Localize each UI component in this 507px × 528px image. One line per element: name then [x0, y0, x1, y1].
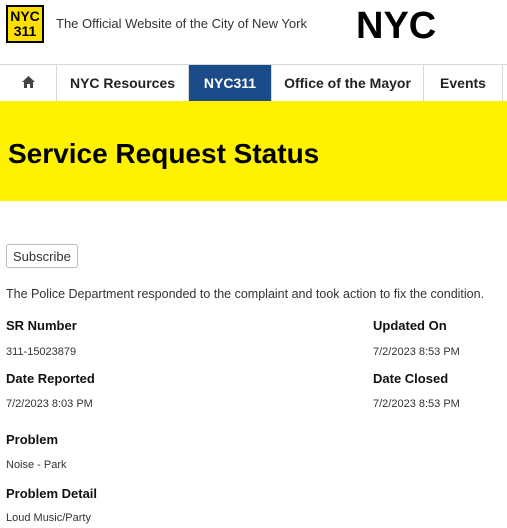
site-tagline: The Official Website of the City of New … — [56, 16, 307, 31]
problem-detail-label: Problem Detail — [6, 486, 98, 501]
logo-line-2: 311 — [13, 23, 37, 39]
nyc-brand-logo-text: NYC — [356, 8, 436, 42]
date-reported-value: 7/2/2023 8:03 PM — [6, 398, 93, 410]
status-message: The Police Department responded to the c… — [6, 287, 485, 301]
nav-nyc311[interactable]: NYC311 — [189, 65, 272, 101]
page-banner: Service Request Status — [0, 101, 507, 201]
nav-nyc-resources[interactable]: NYC Resources — [57, 65, 189, 101]
date-closed-label: Date Closed — [373, 371, 449, 386]
nav-home[interactable] — [0, 65, 57, 101]
updated-on-value: 7/2/2023 8:53 PM — [373, 346, 460, 358]
sr-number-value: 311-15023879 — [6, 346, 77, 358]
nyc311-logo[interactable]: NYC 311 — [6, 5, 44, 43]
logo-line-1: NYC — [10, 8, 40, 24]
problem-value: Noise - Park — [6, 459, 67, 471]
nav-office-of-the-mayor[interactable]: Office of the Mayor — [272, 65, 424, 101]
date-closed-value: 7/2/2023 8:53 PM — [373, 398, 460, 410]
sr-number-label: SR Number — [6, 318, 77, 333]
problem-label: Problem — [6, 432, 59, 447]
page-title: Service Request Status — [8, 138, 320, 169]
problem-detail-value: Loud Music/Party — [6, 512, 91, 524]
nav-more[interactable] — [503, 65, 507, 101]
subscribe-button[interactable]: Subscribe — [6, 244, 78, 268]
nav-events[interactable]: Events — [424, 65, 503, 101]
date-reported-label: Date Reported — [6, 371, 95, 386]
home-icon — [21, 75, 36, 92]
updated-on-label: Updated On — [373, 318, 447, 333]
main-nav: NYC Resources NYC311 Office of the Mayor… — [0, 64, 507, 101]
nyc-brand-logo[interactable]: NYC — [356, 5, 442, 47]
site-header: NYC 311 The Official Website of the City… — [0, 0, 507, 52]
